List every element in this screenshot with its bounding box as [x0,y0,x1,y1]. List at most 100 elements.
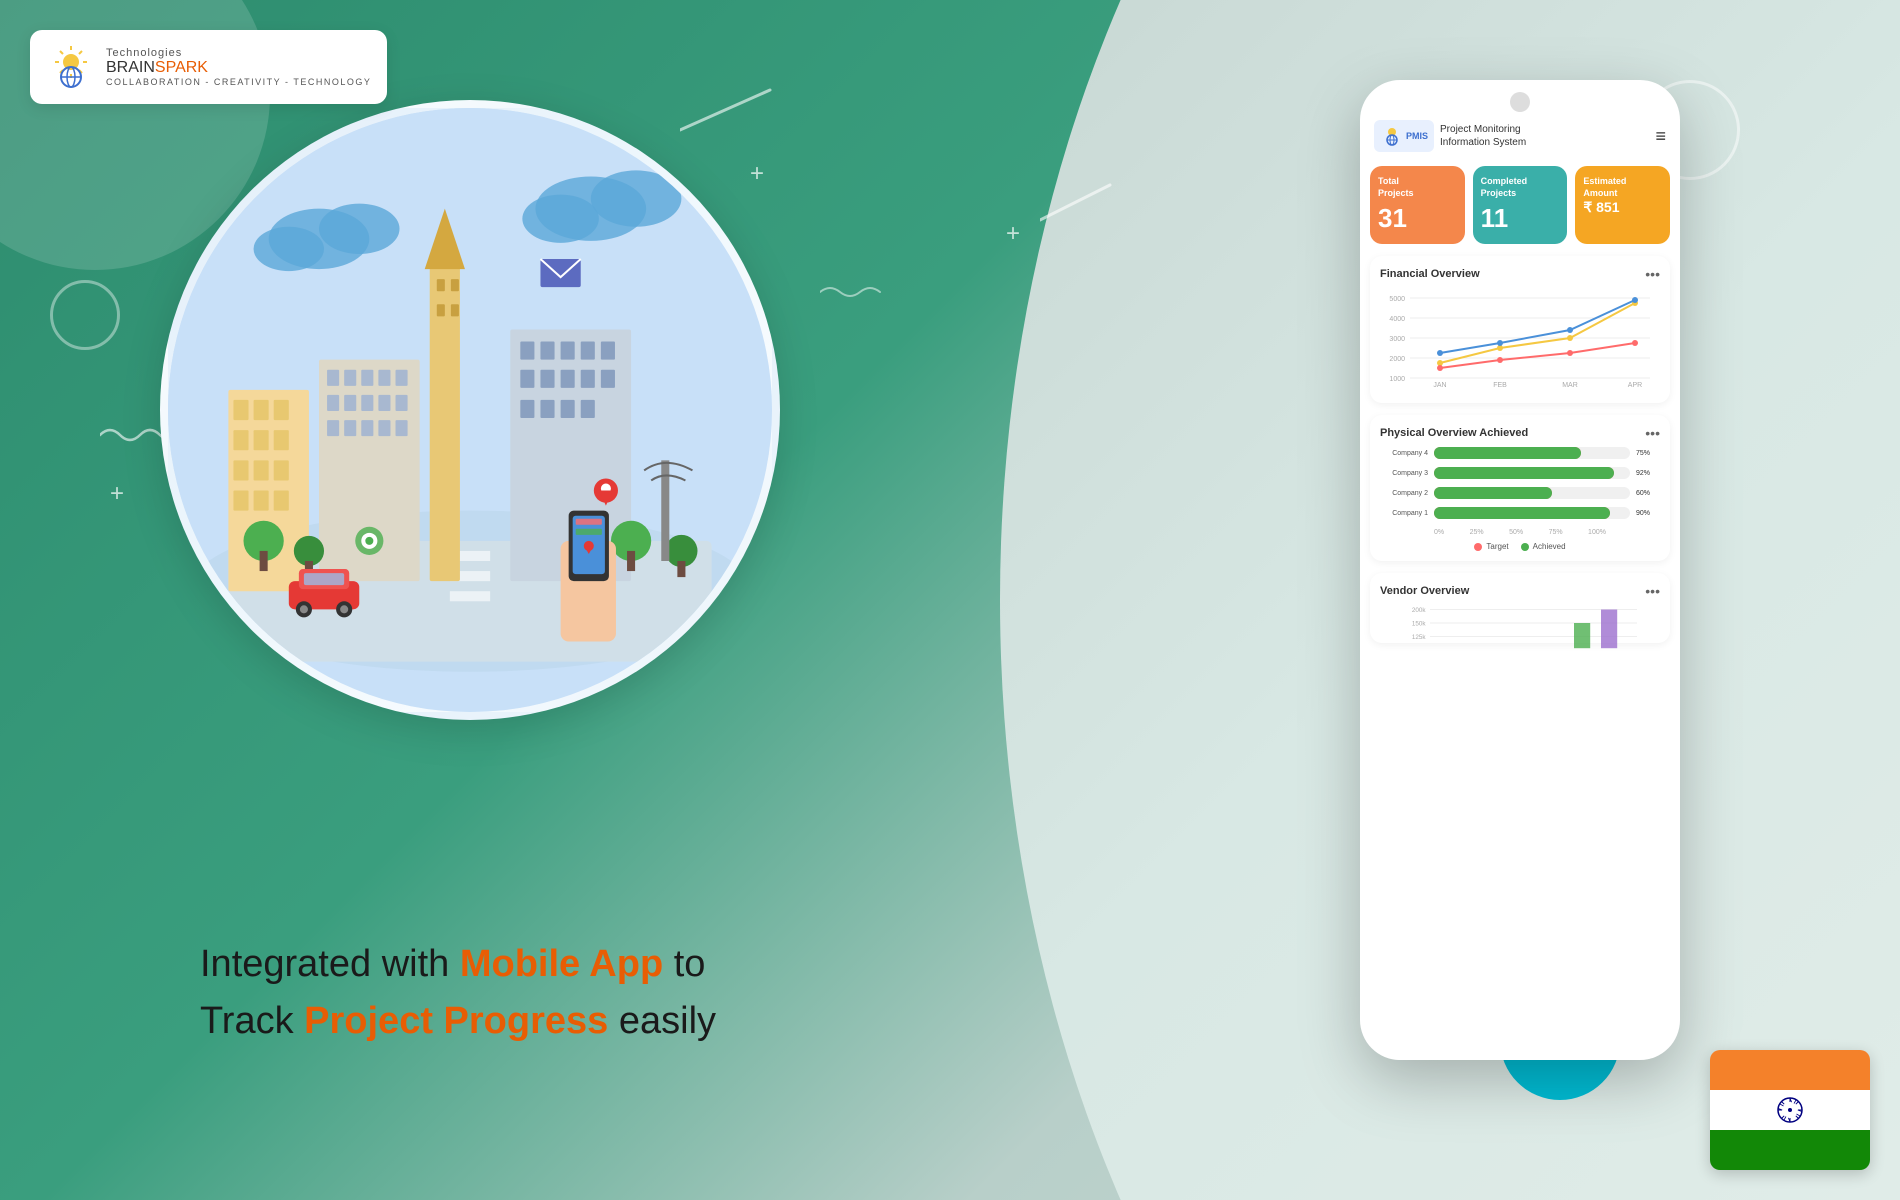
legend-target: Target [1474,542,1508,551]
deco-circle-2 [50,280,120,350]
logo-tagline-text: COLLABORATION - CREATIVITY - TECHNOLOGY [106,77,371,87]
stat-estimated-amount: EstimatedAmount ₹ 851 [1575,166,1670,244]
legend-achieved-label: Achieved [1533,542,1566,551]
flag-stripe-orange [1710,1050,1870,1090]
svg-text:MAR: MAR [1562,382,1578,388]
deco-line-1 [680,80,780,140]
vendor-chart-header: Vendor Overview ••• [1380,583,1660,599]
phone-header: PMIS Project Monitoring Information Syst… [1360,112,1680,160]
phone-header-logo: PMIS Project Monitoring Information Syst… [1374,120,1526,152]
financial-overview-card: Financial Overview ••• 5000 4000 3000 20… [1370,256,1670,403]
hero-line-1: Integrated with Mobile App to [200,936,716,993]
legend-target-label: Target [1486,542,1508,551]
bar-row-company4: Company 4 75% [1380,447,1660,459]
logo-technologies-label: Technologies [106,47,371,59]
logo-spark-text: SPARK [155,59,208,76]
physical-chart-menu[interactable]: ••• [1645,425,1660,441]
hero-prefix-1: Integrated with [200,943,460,985]
bar-label-3: Company 3 [1380,470,1428,477]
pmis-badge: PMIS [1374,120,1434,152]
hero-project-progress: Project Progress [304,1000,608,1042]
hero-prefix-2: Track [200,1000,304,1042]
bar-achieved-1 [1434,507,1610,519]
physical-chart-legend: Target Achieved [1380,542,1660,551]
legend-achieved: Achieved [1521,542,1566,551]
vendor-overview-card: Vendor Overview ••• 200k 150k 125k [1370,573,1670,643]
svg-text:150k: 150k [1412,621,1427,628]
stat-total-value: 31 [1378,203,1457,234]
hero-suffix-2: easily [608,1000,716,1042]
bar-pct-2: 60% [1636,490,1660,497]
phone-scroll-area: Financial Overview ••• 5000 4000 3000 20… [1360,250,1680,1060]
logo-container: Technologies BRAINSPARK COLLABORATION - … [30,30,387,104]
financial-chart-menu[interactable]: ••• [1645,266,1660,282]
bar-achieved-2 [1434,487,1552,499]
stat-completed-projects: CompletedProjects 11 [1473,166,1568,244]
bar-pct-4: 75% [1636,450,1660,457]
bar-row-company1: Company 1 90% [1380,507,1660,519]
hero-text: Integrated with Mobile App to Track Proj… [200,936,716,1050]
logo-text: Technologies BRAINSPARK COLLABORATION - … [106,47,371,87]
app-title-line2: Information System [1440,136,1526,149]
svg-text:1000: 1000 [1389,376,1405,383]
bar-track-1 [1434,507,1630,519]
deco-plus-3: + [1006,220,1020,248]
svg-text:2000: 2000 [1389,356,1405,363]
vendor-chart-svg: 200k 150k 125k [1380,605,1660,650]
deco-plus-4: + [110,480,124,508]
bar-track-4 [1434,447,1630,459]
app-title-line1: Project Monitoring [1440,123,1526,136]
deco-line-2 [1040,180,1120,230]
bar-pct-3: 92% [1636,470,1660,477]
phone-mockup: PMIS Project Monitoring Information Syst… [1360,80,1680,1060]
city-illustration [160,100,780,720]
bar-track-2 [1434,487,1630,499]
bar-label-4: Company 4 [1380,450,1428,457]
svg-text:4000: 4000 [1389,316,1405,323]
logo-brain-text: BRAIN [106,59,155,76]
stat-total-label: TotalProjects [1378,176,1457,199]
stat-total-projects: TotalProjects 31 [1370,166,1465,244]
bar-row-company3: Company 3 92% [1380,467,1660,479]
hamburger-icon[interactable]: ≡ [1655,126,1666,147]
svg-text:3000: 3000 [1389,336,1405,343]
bar-label-1: Company 1 [1380,510,1428,517]
legend-target-dot [1474,543,1482,551]
stat-estimated-label: EstimatedAmount [1583,176,1662,199]
stats-row: TotalProjects 31 CompletedProjects 11 Es… [1360,160,1680,250]
flag-stripe-white [1710,1090,1870,1130]
stat-estimated-value: ₹ 851 [1583,199,1662,216]
ashoka-chakra [1775,1095,1805,1125]
vendor-chart-menu[interactable]: ••• [1645,583,1660,599]
svg-text:FEB: FEB [1493,382,1507,388]
hero-line-2: Track Project Progress easily [200,993,716,1050]
stat-completed-value: 11 [1481,203,1560,234]
deco-wave-2 [820,280,890,305]
stat-completed-label: CompletedProjects [1481,176,1560,199]
hero-suffix-1: to [663,943,705,985]
svg-text:5000: 5000 [1389,296,1405,303]
physical-chart-header: Physical Overview Achieved ••• [1380,425,1660,441]
bar-achieved-4 [1434,447,1581,459]
deco-plus-2: + [750,160,764,188]
bar-label-2: Company 2 [1380,490,1428,497]
logo-icon [46,42,96,92]
bar-row-company2: Company 2 60% [1380,487,1660,499]
phone-header-title: Project Monitoring Information System [1440,123,1526,149]
bar-track-3 [1434,467,1630,479]
phone-notch [1510,92,1530,112]
svg-text:APR: APR [1628,382,1642,388]
physical-overview-card: Physical Overview Achieved ••• Company 4… [1370,415,1670,561]
india-flag [1710,1050,1870,1170]
financial-chart-title: Financial Overview [1380,268,1480,280]
physical-chart-title: Physical Overview Achieved [1380,427,1528,439]
bar-chart: Company 4 75% Company 3 92% [1380,447,1660,519]
bar-x-axis: 0%25%50%75%100% [1380,527,1660,536]
svg-text:125k: 125k [1412,635,1427,642]
bar-pct-1: 90% [1636,510,1660,517]
legend-achieved-dot [1521,543,1529,551]
bar-achieved-3 [1434,467,1614,479]
flag-stripe-green [1710,1130,1870,1170]
vendor-chart-title: Vendor Overview [1380,585,1469,597]
hero-mobile-app: Mobile App [460,943,663,985]
